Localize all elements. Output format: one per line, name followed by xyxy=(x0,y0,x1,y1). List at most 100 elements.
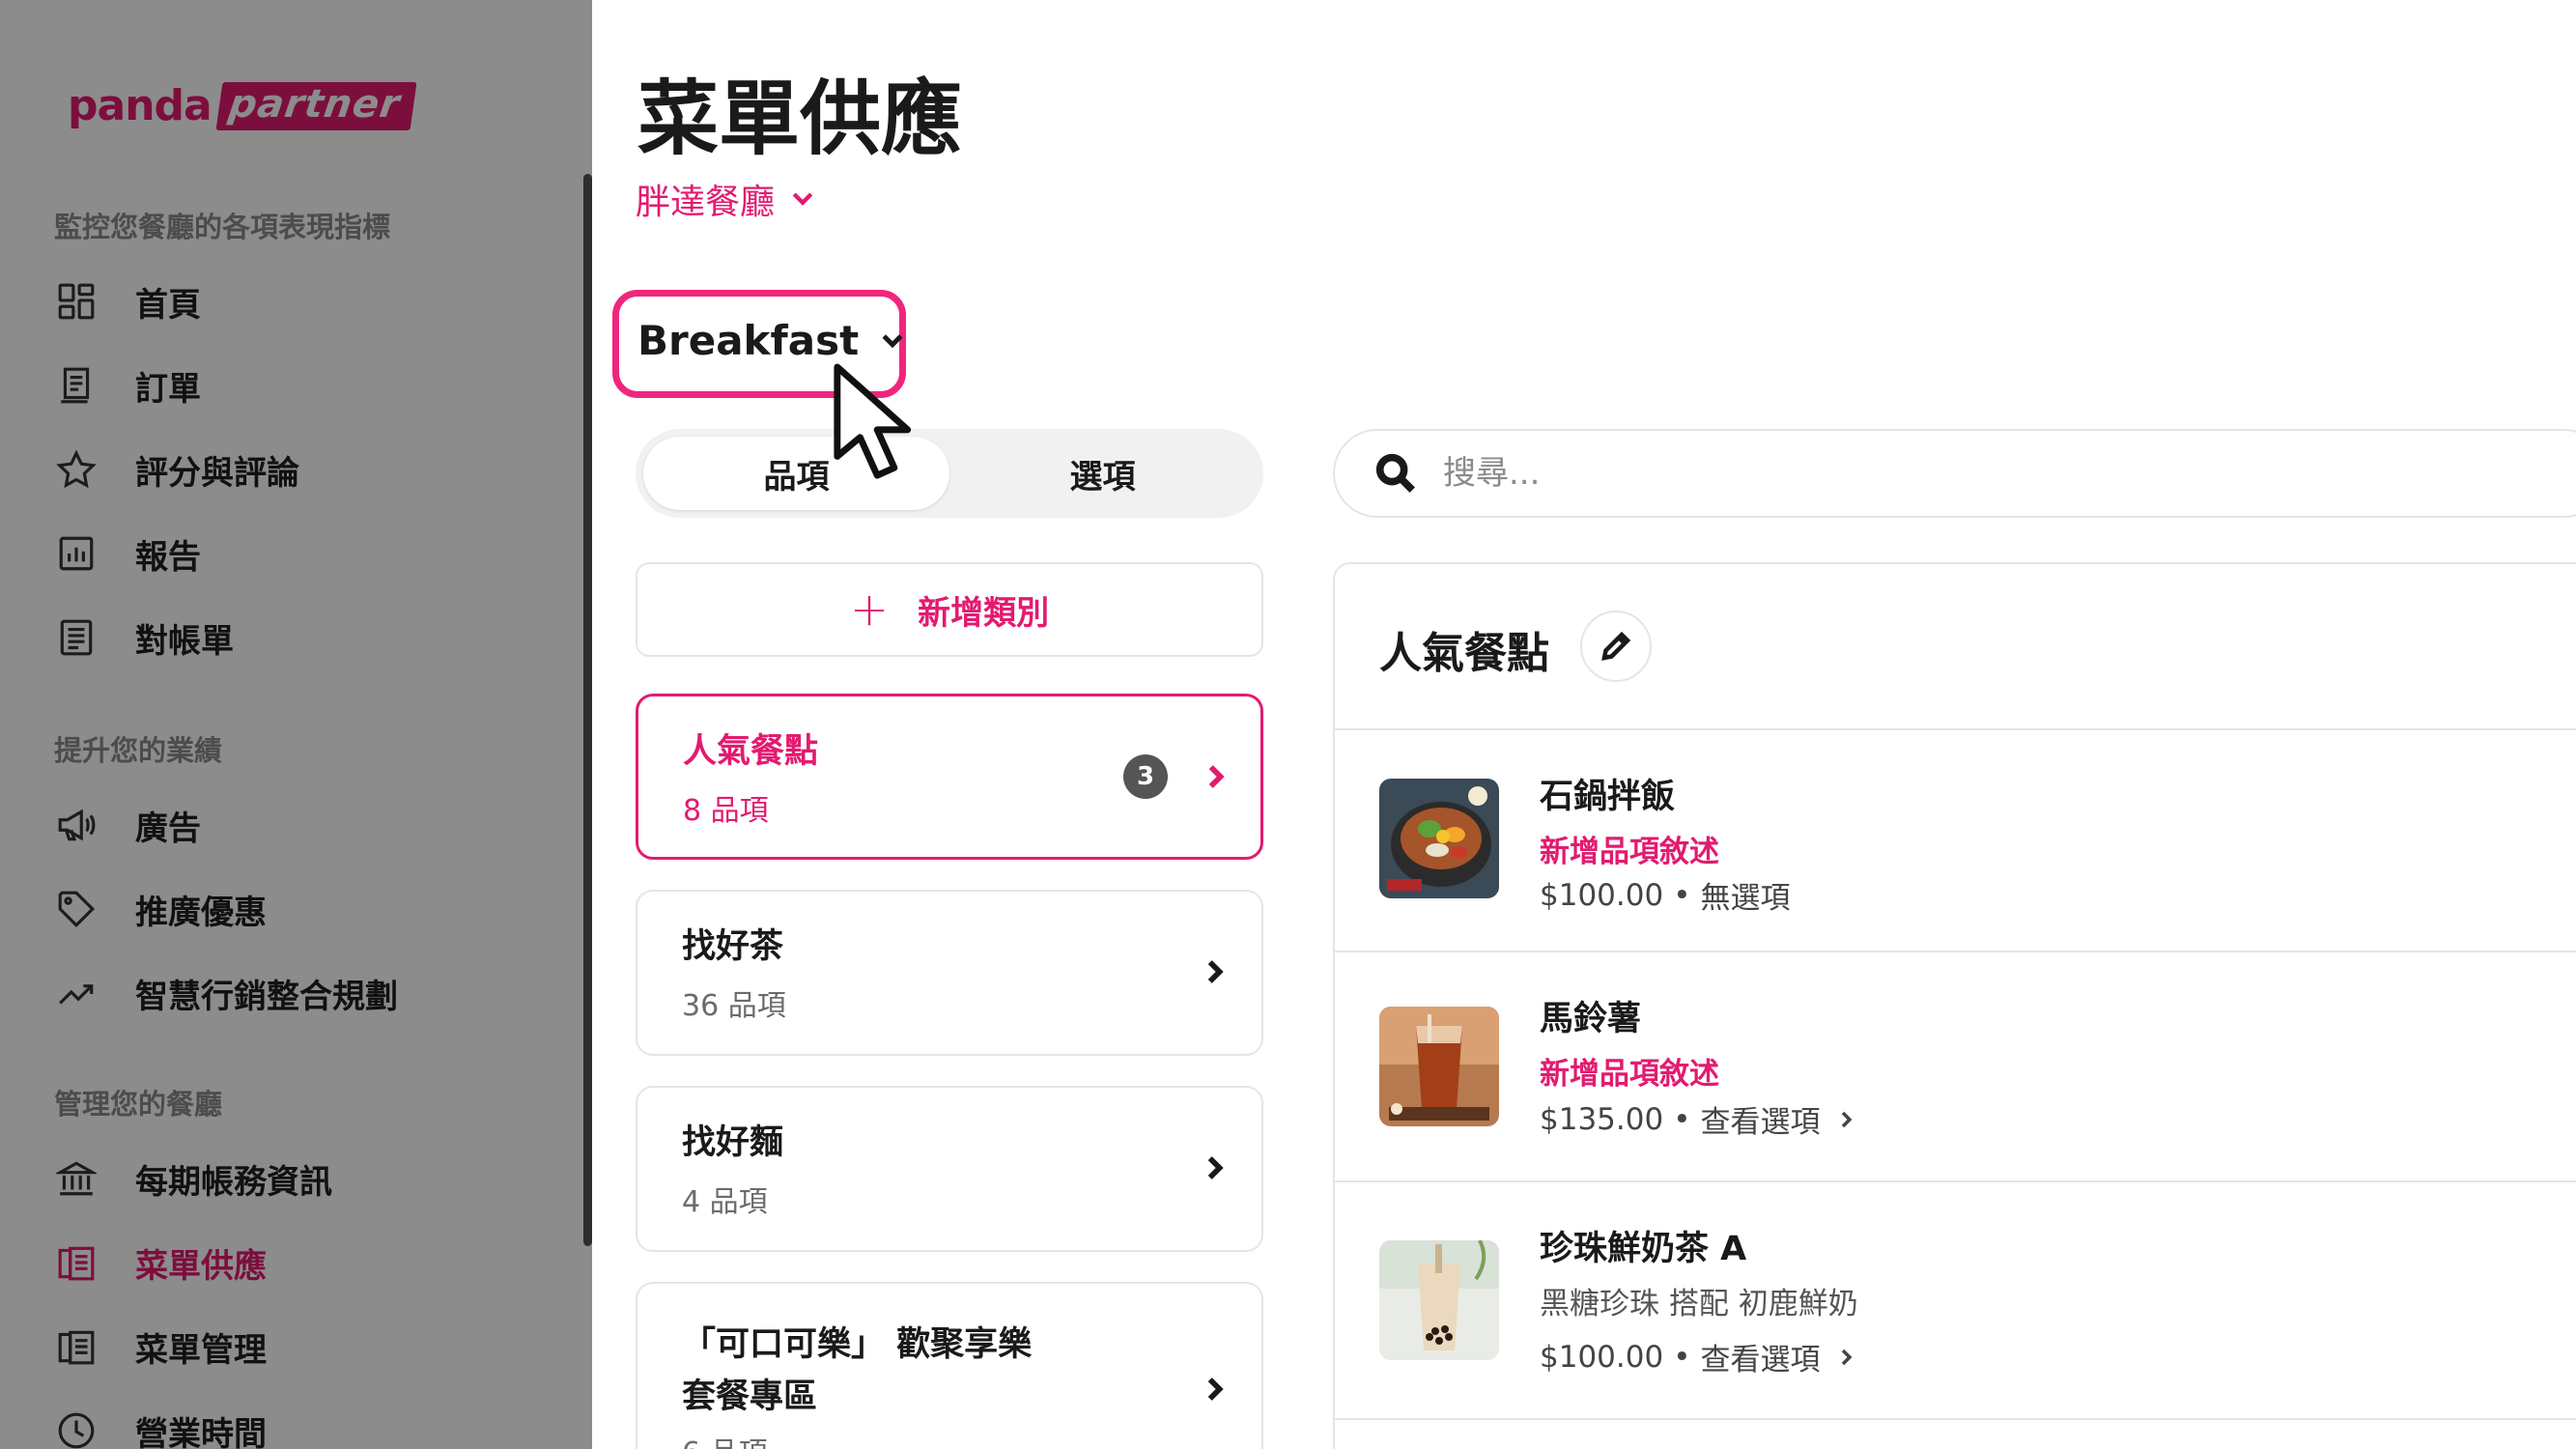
sidebar-item-label: 智慧行銷整合規劃 xyxy=(135,977,398,1016)
chevron-down-icon xyxy=(792,192,813,206)
category-count: 36 品項 xyxy=(682,989,786,1023)
sidebar-item-opening-hours[interactable]: 營業時間 xyxy=(54,1402,556,1449)
sidebar-item-orders[interactable]: 訂單 xyxy=(54,356,556,414)
restaurant-selector[interactable]: 胖達餐廳 xyxy=(636,174,817,224)
chevron-right-icon xyxy=(1841,1349,1852,1365)
logo: panda partner xyxy=(68,81,417,130)
separator-dot: • xyxy=(1673,1101,1691,1137)
sidebar-item-label: 每期帳務資訊 xyxy=(135,1162,332,1202)
item-name: 馬鈴薯 xyxy=(1540,1000,1642,1038)
item-thumbnail-potato xyxy=(1379,1007,1499,1126)
menu-name: Breakfast xyxy=(637,317,860,364)
sidebar-item-label: 菜單供應 xyxy=(135,1246,267,1286)
mouse-pointer-icon xyxy=(834,363,912,479)
separator-dot: • xyxy=(1673,877,1691,913)
receipt-icon xyxy=(54,363,99,408)
sidebar-item-ratings[interactable]: 評分與評論 xyxy=(54,440,556,498)
sidebar-item-label: 訂單 xyxy=(135,369,201,409)
search-icon xyxy=(1375,453,1415,493)
sidebar-item-menu-management[interactable]: 菜單管理 xyxy=(54,1318,556,1376)
category-name-line1: 「可口可樂」 歡聚享樂 xyxy=(682,1325,1033,1364)
item-meta[interactable]: $100.00 • 查看選項 xyxy=(1540,1335,1857,1378)
sidebar-item-label: 報告 xyxy=(135,537,201,577)
item-options-status: 無選項 xyxy=(1700,881,1791,916)
category-name: 找好麵 xyxy=(682,1123,784,1162)
sidebar-item-menu-availability[interactable]: 菜單供應 xyxy=(54,1234,556,1292)
tab-options[interactable]: 選項 xyxy=(949,437,1256,510)
search-input[interactable] xyxy=(1443,454,2312,493)
sidebar: panda partner 監控您餐廳的各項表現指標 首頁 訂單 評分與評論 報… xyxy=(0,0,592,1449)
item-description[interactable]: 新增品項敘述 xyxy=(1540,827,1719,870)
sidebar-item-reports[interactable]: 報告 xyxy=(54,525,556,582)
chevron-right-icon xyxy=(1198,1373,1231,1406)
sidebar-item-label: 營業時間 xyxy=(135,1414,267,1449)
item-meta[interactable]: $135.00 • 查看選項 xyxy=(1540,1097,1857,1141)
menu-book-icon xyxy=(54,1240,99,1285)
item-price: $100.00 xyxy=(1540,1339,1664,1375)
panel-header: 人氣餐點 xyxy=(1335,564,2576,730)
section-title-growth: 提升您的業績 xyxy=(54,734,223,767)
dashboard-icon xyxy=(54,279,99,324)
document-list-icon xyxy=(54,615,99,660)
sidebar-item-home[interactable]: 首頁 xyxy=(54,272,556,330)
category-items-panel: 人氣餐點 石鍋拌飯 新增品項敘述 $100.00 • 無選項 馬鈴薯 新增品項敘… xyxy=(1333,562,2576,1449)
category-card-popular[interactable]: 人氣餐點 8 品項 3 xyxy=(636,694,1263,860)
sidebar-scrollbar[interactable] xyxy=(583,174,592,1246)
sidebar-item-label: 對帳單 xyxy=(135,621,234,661)
category-name: 找好茶 xyxy=(682,927,784,966)
panel-title: 人氣餐點 xyxy=(1379,629,1549,678)
star-icon xyxy=(54,447,99,492)
sidebar-item-statements[interactable]: 對帳單 xyxy=(54,609,556,667)
sidebar-item-smart-marketing[interactable]: 智慧行銷整合規劃 xyxy=(54,964,556,1022)
clock-icon xyxy=(54,1408,99,1449)
category-card-noodles[interactable]: 找好麵 4 品項 xyxy=(636,1086,1263,1252)
view-options-link[interactable]: 查看選項 xyxy=(1701,1335,1821,1378)
category-badge: 3 xyxy=(1123,754,1168,799)
category-count: 6 品項 xyxy=(682,1429,768,1449)
section-title-monitor: 監控您餐廳的各項表現指標 xyxy=(54,211,391,243)
item-thumbnail-bubble-milk-tea xyxy=(1379,1240,1499,1360)
items-options-toggle: 品項 選項 xyxy=(636,429,1263,518)
plus-icon: + xyxy=(849,582,890,637)
category-count: 8 品項 xyxy=(683,794,769,828)
chevron-right-icon xyxy=(1841,1111,1852,1127)
search-box xyxy=(1333,429,2576,518)
category-name: 人氣餐點 xyxy=(683,732,819,771)
menu-book-icon xyxy=(54,1324,99,1369)
item-price: $100.00 xyxy=(1540,877,1664,913)
category-card-coca-cola-combo[interactable]: 「可口可樂」 歡聚享樂 套餐專區 6 品項 xyxy=(636,1282,1263,1449)
menu-item-row[interactable]: 石鍋拌飯 新增品項敘述 $100.00 • 無選項 xyxy=(1335,730,2576,952)
edit-category-button[interactable] xyxy=(1580,611,1652,682)
item-thumbnail-bibimbap xyxy=(1379,779,1499,898)
item-price: $135.00 xyxy=(1540,1101,1664,1137)
menu-item-row[interactable]: 珍珠鮮奶茶 A 黑糖珍珠 搭配 初鹿鮮奶 $100.00 • 查看選項 xyxy=(1335,1182,2576,1420)
item-description[interactable]: 新增品項敘述 xyxy=(1540,1049,1719,1093)
category-card-tea[interactable]: 找好茶 36 品項 xyxy=(636,890,1263,1056)
section-title-manage: 管理您的餐廳 xyxy=(54,1088,223,1121)
item-name: 石鍋拌飯 xyxy=(1540,778,1676,816)
sidebar-item-label: 評分與評論 xyxy=(135,453,299,493)
bank-icon xyxy=(54,1156,99,1201)
logo-partner-text: partner xyxy=(215,81,417,130)
menu-selector[interactable]: Breakfast xyxy=(637,317,907,364)
add-category-button[interactable]: + 新增類別 xyxy=(636,562,1263,657)
category-count: 4 品項 xyxy=(682,1185,768,1219)
item-meta: $100.00 • 無選項 xyxy=(1540,873,1791,917)
menu-item-row[interactable]: 馬鈴薯 新增品項敘述 $135.00 • 查看選項 xyxy=(1335,952,2576,1182)
restaurant-name: 胖達餐廳 xyxy=(636,183,776,222)
sidebar-item-promotions[interactable]: 推廣優惠 xyxy=(54,880,556,938)
tag-icon xyxy=(54,887,99,931)
separator-dot: • xyxy=(1673,1339,1691,1375)
sidebar-item-label: 推廣優惠 xyxy=(135,893,267,932)
sidebar-item-ads[interactable]: 廣告 xyxy=(54,796,556,854)
pencil-icon xyxy=(1601,631,1631,661)
sidebar-item-label: 首頁 xyxy=(135,285,201,325)
trend-up-icon xyxy=(54,971,99,1015)
logo-panda-text: panda xyxy=(68,81,212,130)
megaphone-icon xyxy=(54,803,99,847)
bar-chart-icon xyxy=(54,531,99,576)
add-category-label: 新增類別 xyxy=(918,593,1050,633)
sidebar-item-billing[interactable]: 每期帳務資訊 xyxy=(54,1150,556,1208)
app-root: panda partner 監控您餐廳的各項表現指標 首頁 訂單 評分與評論 報… xyxy=(0,0,2576,1449)
view-options-link[interactable]: 查看選項 xyxy=(1701,1097,1821,1141)
